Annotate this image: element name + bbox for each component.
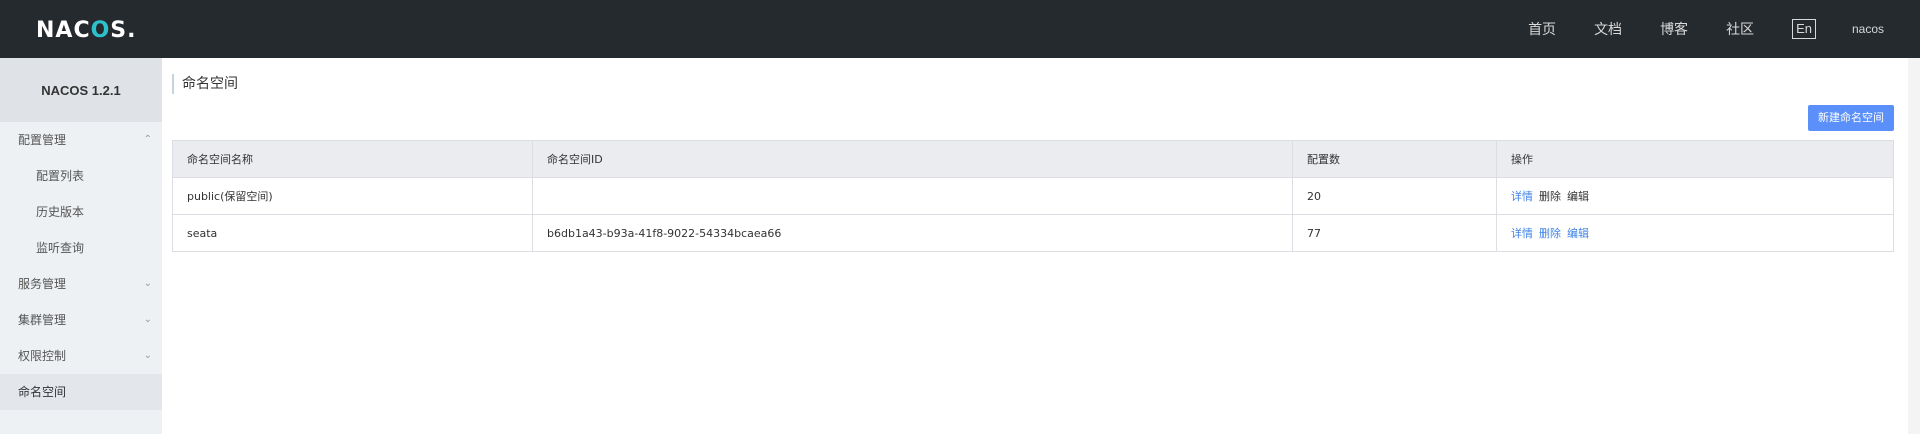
nav-blog[interactable]: 博客: [1660, 19, 1688, 39]
table-row: seata b6db1a43-b93a-41f8-9022-54334bcaea…: [172, 214, 1894, 252]
config-count-cell: 20: [1292, 177, 1497, 215]
column-header-name: 命名空间名称: [172, 140, 533, 178]
delete-link[interactable]: 删除: [1539, 190, 1561, 203]
new-namespace-button[interactable]: 新建命名空间: [1808, 105, 1894, 131]
nav-community[interactable]: 社区: [1726, 19, 1754, 39]
sidebar-item-config-management[interactable]: 配置管理 ⌃: [0, 122, 162, 158]
sidebar-item-history[interactable]: 历史版本: [0, 194, 162, 230]
sidebar-item-config-list[interactable]: 配置列表: [0, 158, 162, 194]
detail-link[interactable]: 详情: [1511, 190, 1533, 203]
sidebar-item-label: 配置管理: [18, 133, 67, 147]
sidebar-item-label: 命名空间: [18, 385, 67, 399]
sidebar-item-label: 配置列表: [36, 169, 85, 183]
sidebar-item-label: 集群管理: [18, 313, 67, 327]
namespace-id-cell: [532, 177, 1293, 215]
sidebar-item-namespace[interactable]: 命名空间: [0, 374, 162, 410]
namespace-id-cell: b6db1a43-b93a-41f8-9022-54334bcaea66: [532, 214, 1293, 252]
detail-link[interactable]: 详情: [1511, 227, 1533, 240]
top-navbar: NACOS. 首页 文档 博客 社区 En nacos: [0, 0, 1920, 58]
sidebar-item-label: 监听查询: [36, 241, 85, 255]
namespace-name-cell: public(保留空间): [172, 177, 533, 215]
table-row: public(保留空间) 20 详情 删除 编辑: [172, 177, 1894, 215]
nav-home[interactable]: 首页: [1528, 19, 1556, 39]
chevron-down-icon: ⌄: [143, 278, 152, 289]
sidebar-item-listener-query[interactable]: 监听查询: [0, 230, 162, 266]
language-switch-button[interactable]: En: [1792, 19, 1816, 39]
user-name[interactable]: nacos: [1852, 22, 1884, 36]
chevron-down-icon: ⌄: [143, 350, 152, 361]
operations-cell: 详情 删除 编辑: [1496, 214, 1894, 252]
chevron-up-icon: ⌃: [143, 134, 152, 145]
logo-text-1: NAC: [36, 18, 91, 43]
sidebar-item-label: 历史版本: [36, 205, 85, 219]
nacos-logo[interactable]: NACOS.: [36, 18, 137, 43]
logo-text-2: O: [90, 18, 111, 43]
main-content: 命名空间 新建命名空间 命名空间名称 命名空间ID 配置数 操作 public(…: [162, 58, 1920, 434]
logo-text-3: S.: [110, 18, 137, 43]
sidebar-item-label: 服务管理: [18, 277, 67, 291]
delete-link[interactable]: 删除: [1539, 227, 1561, 240]
edit-link[interactable]: 编辑: [1567, 227, 1589, 240]
edit-link[interactable]: 编辑: [1567, 190, 1589, 203]
sidebar-item-cluster-management[interactable]: 集群管理 ⌄: [0, 302, 162, 338]
operations-cell: 详情 删除 编辑: [1496, 177, 1894, 215]
page-title: 命名空间: [172, 74, 238, 94]
chevron-down-icon: ⌄: [143, 314, 152, 325]
nav-docs[interactable]: 文档: [1594, 19, 1622, 39]
sidebar: NACOS 1.2.1 配置管理 ⌃ 配置列表 历史版本 监听查询 服务管理 ⌄…: [0, 58, 162, 434]
column-header-operations: 操作: [1496, 140, 1894, 178]
sidebar-item-service-management[interactable]: 服务管理 ⌄: [0, 266, 162, 302]
sidebar-item-permission-control[interactable]: 权限控制 ⌄: [0, 338, 162, 374]
namespace-name-cell: seata: [172, 214, 533, 252]
sidebar-item-label: 权限控制: [18, 349, 67, 363]
config-count-cell: 77: [1292, 214, 1497, 252]
table-header-row: 命名空间名称 命名空间ID 配置数 操作: [172, 140, 1894, 178]
namespace-table: 命名空间名称 命名空间ID 配置数 操作 public(保留空间) 20 详情删…: [172, 140, 1894, 252]
column-header-id: 命名空间ID: [532, 140, 1293, 178]
vertical-scrollbar[interactable]: [1908, 58, 1920, 434]
column-header-count: 配置数: [1292, 140, 1497, 178]
sidebar-version: NACOS 1.2.1: [0, 58, 162, 122]
top-nav-links: 首页 文档 博客 社区 En nacos: [1490, 0, 1884, 58]
